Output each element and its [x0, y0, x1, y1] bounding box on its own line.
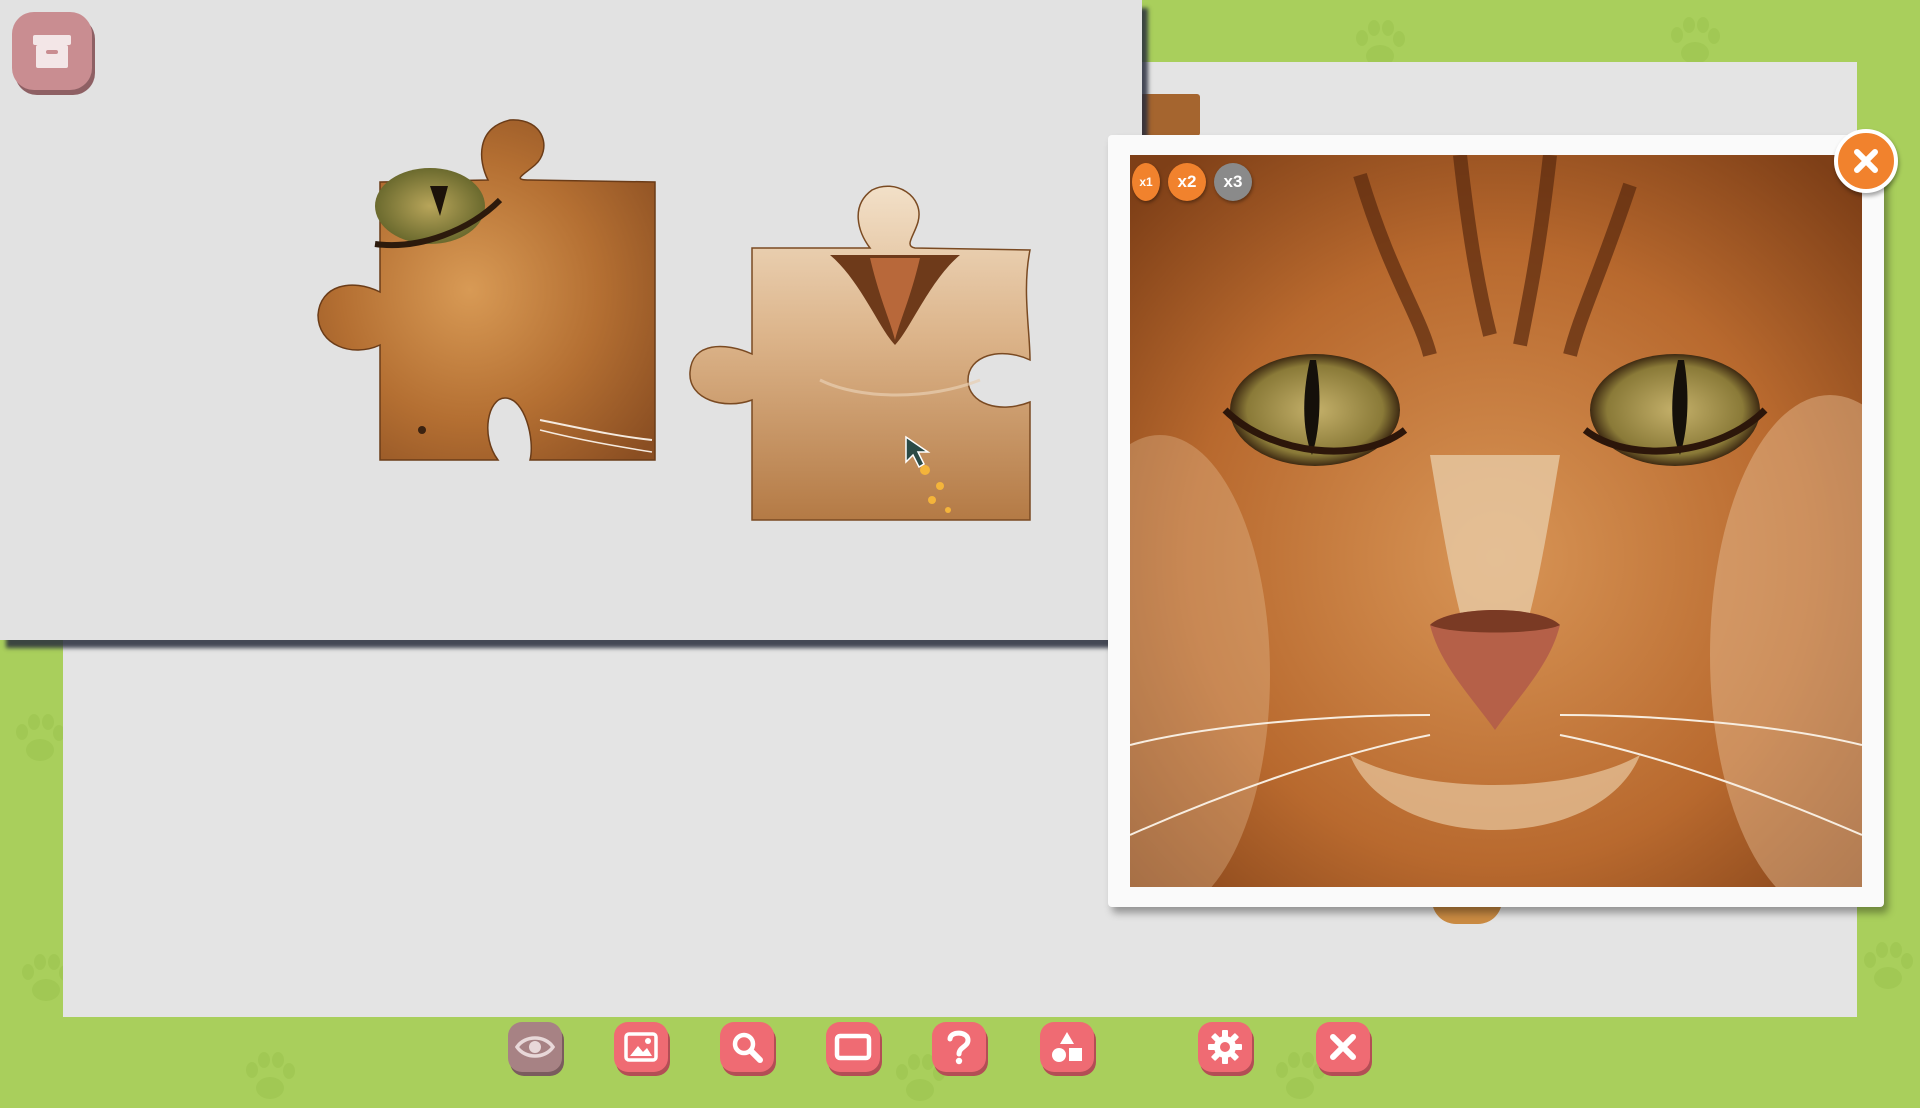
puzzle-piece-nose[interactable]	[690, 186, 1030, 520]
zoom-button[interactable]	[720, 1022, 774, 1072]
close-icon	[1328, 1032, 1358, 1062]
gear-icon	[1207, 1029, 1243, 1065]
piece-tray[interactable]	[0, 0, 1142, 640]
paw-print-decoration	[240, 1050, 300, 1106]
preview-image	[1130, 155, 1862, 887]
multiplier-badge-x1[interactable]: x1	[1132, 163, 1160, 201]
help-button[interactable]	[932, 1022, 986, 1072]
shapes-button[interactable]	[1040, 1022, 1094, 1072]
eye-icon	[515, 1033, 555, 1061]
multiplier-badge-x3[interactable]: x3	[1214, 163, 1252, 201]
puzzle-piece-eye[interactable]	[318, 120, 655, 460]
question-icon	[946, 1029, 972, 1065]
exit-button[interactable]	[1316, 1022, 1370, 1072]
paw-print-decoration	[10, 712, 70, 768]
frame-icon	[834, 1033, 872, 1061]
settings-button[interactable]	[1198, 1022, 1252, 1072]
magnifier-icon	[730, 1030, 764, 1064]
paw-print-decoration	[1858, 940, 1918, 996]
puzzle-piece-hidden[interactable]	[1140, 94, 1200, 136]
frame-button[interactable]	[826, 1022, 880, 1072]
image-button[interactable]	[614, 1022, 668, 1072]
shapes-icon	[1050, 1030, 1084, 1064]
close-icon	[1851, 146, 1881, 176]
close-preview-button[interactable]	[1834, 129, 1898, 193]
multiplier-badge-x2[interactable]: x2	[1168, 163, 1206, 201]
eye-button[interactable]	[508, 1022, 562, 1072]
preview-panel	[1108, 135, 1884, 907]
image-icon	[624, 1032, 658, 1062]
